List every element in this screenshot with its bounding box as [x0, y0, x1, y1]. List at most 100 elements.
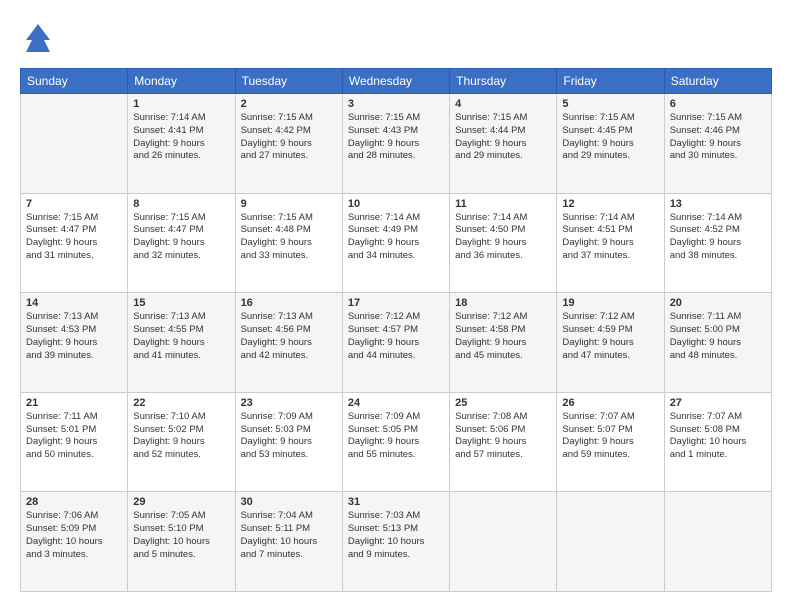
day-info: Sunrise: 7:09 AM Sunset: 5:05 PM Dayligh… [348, 411, 444, 462]
calendar-cell: 12Sunrise: 7:14 AM Sunset: 4:51 PM Dayli… [557, 193, 664, 293]
day-header-wednesday: Wednesday [342, 69, 449, 94]
day-info: Sunrise: 7:12 AM Sunset: 4:59 PM Dayligh… [562, 311, 658, 362]
calendar-header: SundayMondayTuesdayWednesdayThursdayFrid… [21, 69, 772, 94]
calendar-cell: 8 Sunrise: 7:15 AM Sunset: 4:47 PM Daylig… [128, 193, 235, 293]
day-info: Sunrise: 7:09 AM Sunset: 5:03 PM Dayligh… [241, 411, 337, 462]
calendar-cell: 18 Sunrise: 7:12 AM Sunset: 4:58 PM Dayli… [450, 293, 557, 393]
day-number: 5 [562, 98, 658, 110]
day-info: Sunrise: 7:15 AM Sunset: 4:45 PM Dayligh… [562, 112, 658, 163]
day-number: 13 [670, 198, 766, 210]
day-info: Sunrise: 7:13 AM Sunset: 4:56 PM Dayligh… [241, 311, 337, 362]
day-info: Sunrise: 7:10 AM Sunset: 5:02 PM Dayligh… [133, 411, 229, 462]
day-number: 1 [133, 98, 229, 110]
calendar-cell: 23 Sunrise: 7:09 AM Sunset: 5:03 PM Dayli… [235, 392, 342, 492]
header-row: SundayMondayTuesdayWednesdayThursdayFrid… [21, 69, 772, 94]
calendar-cell: 27 Sunrise: 7:07 AM Sunset: 5:08 PM Dayli… [664, 392, 771, 492]
calendar-cell: 26 Sunrise: 7:07 AM Sunset: 5:07 PM Dayli… [557, 392, 664, 492]
calendar-cell: 31Sunrise: 7:03 AM Sunset: 5:13 PM Dayli… [342, 492, 449, 592]
calendar-cell: 30 Sunrise: 7:04 AM Sunset: 5:11 PM Dayli… [235, 492, 342, 592]
day-info: Sunrise: 7:15 AM Sunset: 4:48 PM Dayligh… [241, 212, 337, 263]
day-header-friday: Friday [557, 69, 664, 94]
calendar-cell [450, 492, 557, 592]
week-row-1: 7 Sunrise: 7:15 AM Sunset: 4:47 PM Daylig… [21, 193, 772, 293]
day-number: 26 [562, 397, 658, 409]
day-info: Sunrise: 7:06 AM Sunset: 5:09 PM Dayligh… [26, 510, 122, 561]
day-number: 2 [241, 98, 337, 110]
day-info: Sunrise: 7:11 AM Sunset: 5:01 PM Dayligh… [26, 411, 122, 462]
day-number: 24 [348, 397, 444, 409]
day-info: Sunrise: 7:15 AM Sunset: 4:43 PM Dayligh… [348, 112, 444, 163]
day-header-thursday: Thursday [450, 69, 557, 94]
calendar-cell: 3 Sunrise: 7:15 AM Sunset: 4:43 PM Daylig… [342, 94, 449, 194]
day-info: Sunrise: 7:15 AM Sunset: 4:47 PM Dayligh… [133, 212, 229, 263]
day-info: Sunrise: 7:13 AM Sunset: 4:55 PM Dayligh… [133, 311, 229, 362]
calendar: SundayMondayTuesdayWednesdayThursdayFrid… [20, 68, 772, 592]
calendar-cell: 16 Sunrise: 7:13 AM Sunset: 4:56 PM Dayli… [235, 293, 342, 393]
day-info: Sunrise: 7:15 AM Sunset: 4:47 PM Dayligh… [26, 212, 122, 263]
week-row-4: 28 Sunrise: 7:06 AM Sunset: 5:09 PM Dayli… [21, 492, 772, 592]
calendar-cell: 20 Sunrise: 7:11 AM Sunset: 5:00 PM Dayli… [664, 293, 771, 393]
day-header-saturday: Saturday [664, 69, 771, 94]
logo-icon [20, 20, 56, 56]
day-number: 30 [241, 496, 337, 508]
day-info: Sunrise: 7:15 AM Sunset: 4:46 PM Dayligh… [670, 112, 766, 163]
day-number: 6 [670, 98, 766, 110]
calendar-cell: 9 Sunrise: 7:15 AM Sunset: 4:48 PM Daylig… [235, 193, 342, 293]
day-info: Sunrise: 7:15 AM Sunset: 4:44 PM Dayligh… [455, 112, 551, 163]
day-number: 29 [133, 496, 229, 508]
day-info: Sunrise: 7:04 AM Sunset: 5:11 PM Dayligh… [241, 510, 337, 561]
day-info: Sunrise: 7:05 AM Sunset: 5:10 PM Dayligh… [133, 510, 229, 561]
calendar-cell: 4 Sunrise: 7:15 AM Sunset: 4:44 PM Daylig… [450, 94, 557, 194]
calendar-cell: 5 Sunrise: 7:15 AM Sunset: 4:45 PM Daylig… [557, 94, 664, 194]
day-number: 14 [26, 297, 122, 309]
week-row-0: 1 Sunrise: 7:14 AM Sunset: 4:41 PM Daylig… [21, 94, 772, 194]
calendar-cell: 2 Sunrise: 7:15 AM Sunset: 4:42 PM Daylig… [235, 94, 342, 194]
calendar-cell: 14 Sunrise: 7:13 AM Sunset: 4:53 PM Dayli… [21, 293, 128, 393]
day-info: Sunrise: 7:15 AM Sunset: 4:42 PM Dayligh… [241, 112, 337, 163]
day-info: Sunrise: 7:08 AM Sunset: 5:06 PM Dayligh… [455, 411, 551, 462]
calendar-cell: 28 Sunrise: 7:06 AM Sunset: 5:09 PM Dayli… [21, 492, 128, 592]
calendar-cell: 22Sunrise: 7:10 AM Sunset: 5:02 PM Dayli… [128, 392, 235, 492]
day-info: Sunrise: 7:07 AM Sunset: 5:08 PM Dayligh… [670, 411, 766, 462]
day-number: 20 [670, 297, 766, 309]
day-info: Sunrise: 7:14 AM Sunset: 4:52 PM Dayligh… [670, 212, 766, 263]
calendar-cell [557, 492, 664, 592]
day-number: 18 [455, 297, 551, 309]
day-number: 27 [670, 397, 766, 409]
calendar-cell: 19 Sunrise: 7:12 AM Sunset: 4:59 PM Dayli… [557, 293, 664, 393]
day-number: 15 [133, 297, 229, 309]
day-info: Sunrise: 7:14 AM Sunset: 4:51 PM Dayligh… [562, 212, 658, 263]
day-number: 10 [348, 198, 444, 210]
day-number: 8 [133, 198, 229, 210]
day-number: 4 [455, 98, 551, 110]
day-info: Sunrise: 7:14 AM Sunset: 4:49 PM Dayligh… [348, 212, 444, 263]
day-number: 28 [26, 496, 122, 508]
day-number: 17 [348, 297, 444, 309]
calendar-cell: 21Sunrise: 7:11 AM Sunset: 5:01 PM Dayli… [21, 392, 128, 492]
calendar-cell: 17Sunrise: 7:12 AM Sunset: 4:57 PM Dayli… [342, 293, 449, 393]
day-info: Sunrise: 7:12 AM Sunset: 4:58 PM Dayligh… [455, 311, 551, 362]
calendar-cell: 29 Sunrise: 7:05 AM Sunset: 5:10 PM Dayli… [128, 492, 235, 592]
day-info: Sunrise: 7:13 AM Sunset: 4:53 PM Dayligh… [26, 311, 122, 362]
day-info: Sunrise: 7:03 AM Sunset: 5:13 PM Dayligh… [348, 510, 444, 561]
day-number: 3 [348, 98, 444, 110]
calendar-cell: 10 Sunrise: 7:14 AM Sunset: 4:49 PM Dayli… [342, 193, 449, 293]
calendar-cell: 25Sunrise: 7:08 AM Sunset: 5:06 PM Dayli… [450, 392, 557, 492]
calendar-cell: 7 Sunrise: 7:15 AM Sunset: 4:47 PM Daylig… [21, 193, 128, 293]
calendar-body: 1 Sunrise: 7:14 AM Sunset: 4:41 PM Daylig… [21, 94, 772, 592]
calendar-cell: 15 Sunrise: 7:13 AM Sunset: 4:55 PM Dayli… [128, 293, 235, 393]
day-header-monday: Monday [128, 69, 235, 94]
header [20, 20, 772, 56]
day-info: Sunrise: 7:07 AM Sunset: 5:07 PM Dayligh… [562, 411, 658, 462]
day-number: 19 [562, 297, 658, 309]
day-number: 9 [241, 198, 337, 210]
day-header-tuesday: Tuesday [235, 69, 342, 94]
day-number: 16 [241, 297, 337, 309]
day-number: 23 [241, 397, 337, 409]
page: SundayMondayTuesdayWednesdayThursdayFrid… [0, 0, 792, 612]
day-info: Sunrise: 7:14 AM Sunset: 4:41 PM Dayligh… [133, 112, 229, 163]
day-number: 7 [26, 198, 122, 210]
calendar-cell: 13 Sunrise: 7:14 AM Sunset: 4:52 PM Dayli… [664, 193, 771, 293]
calendar-cell [21, 94, 128, 194]
day-info: Sunrise: 7:11 AM Sunset: 5:00 PM Dayligh… [670, 311, 766, 362]
